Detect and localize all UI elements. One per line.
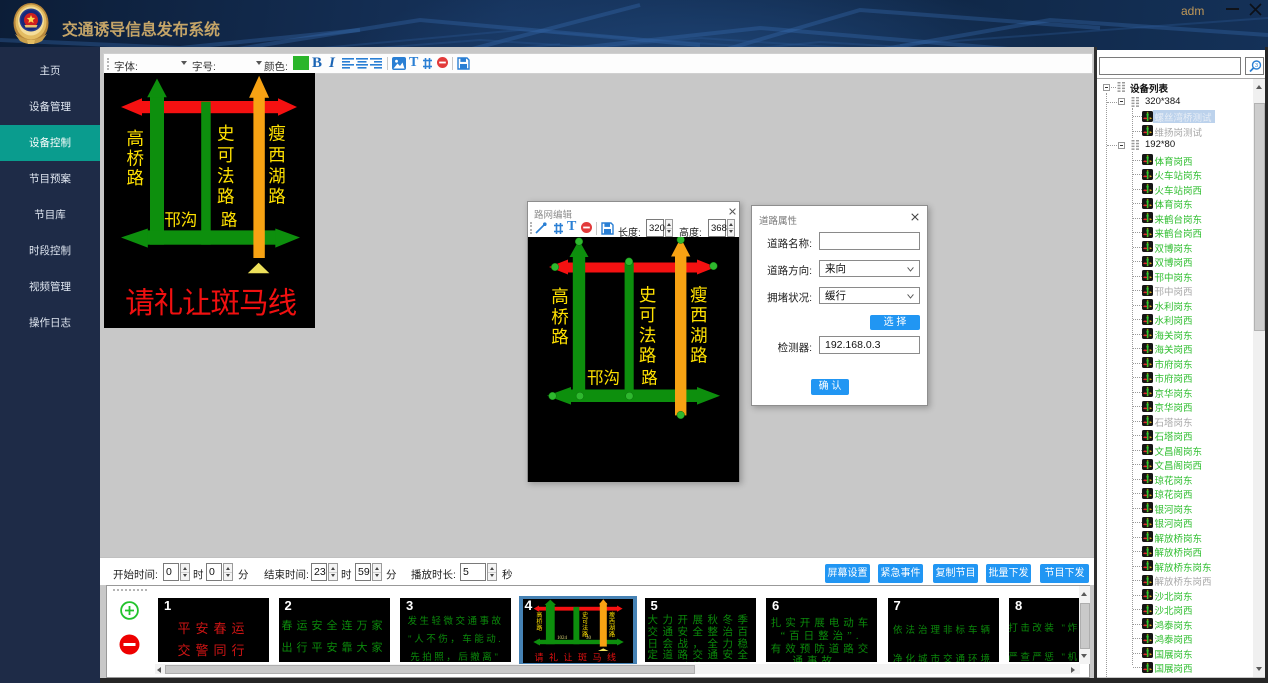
svg-text:法: 法 bbox=[639, 325, 657, 345]
svg-text:请礼让斑马线: 请礼让斑马线 bbox=[125, 287, 297, 320]
svg-text:路: 路 bbox=[690, 346, 708, 366]
svg-text:西: 西 bbox=[690, 305, 708, 325]
svg-text:桥: 桥 bbox=[536, 618, 542, 626]
svg-text:可: 可 bbox=[217, 145, 235, 165]
svg-text:路: 路 bbox=[608, 631, 614, 639]
svg-text:史: 史 bbox=[217, 123, 235, 143]
svg-text:3: 3 bbox=[1255, 63, 1258, 69]
svg-text:桥: 桥 bbox=[551, 307, 569, 327]
svg-text:高: 高 bbox=[551, 287, 569, 307]
svg-text:西: 西 bbox=[268, 145, 286, 165]
svg-text:路: 路 bbox=[641, 368, 658, 387]
svg-text:法: 法 bbox=[217, 166, 235, 186]
svg-text:路: 路 bbox=[221, 210, 238, 229]
svg-text:瘦: 瘦 bbox=[608, 611, 614, 619]
svg-text:路: 路 bbox=[551, 327, 569, 347]
svg-text:路: 路 bbox=[268, 187, 286, 207]
svg-text:湖: 湖 bbox=[690, 325, 708, 345]
svg-text:瘦: 瘦 bbox=[690, 285, 708, 305]
svg-text:30: 30 bbox=[586, 636, 592, 641]
svg-text:瘦: 瘦 bbox=[268, 123, 286, 143]
svg-text:桥: 桥 bbox=[126, 148, 144, 168]
svg-text:邗沟: 邗沟 bbox=[587, 368, 620, 387]
svg-text:1024: 1024 bbox=[557, 636, 568, 641]
svg-text:西: 西 bbox=[608, 619, 614, 626]
svg-text:请礼让斑马线: 请礼让斑马线 bbox=[534, 652, 621, 663]
svg-text:路: 路 bbox=[536, 624, 542, 632]
svg-text:史: 史 bbox=[582, 611, 588, 619]
svg-text:可: 可 bbox=[639, 305, 657, 325]
svg-text:湖: 湖 bbox=[608, 624, 614, 632]
svg-text:邗沟: 邗沟 bbox=[164, 210, 197, 229]
svg-text:路: 路 bbox=[126, 168, 144, 188]
svg-text:可: 可 bbox=[582, 619, 588, 626]
svg-text:路: 路 bbox=[217, 187, 235, 207]
svg-text:高: 高 bbox=[126, 128, 144, 148]
svg-text:高: 高 bbox=[536, 611, 542, 619]
svg-text:史: 史 bbox=[639, 285, 657, 305]
svg-text:湖: 湖 bbox=[268, 166, 286, 186]
svg-text:法: 法 bbox=[582, 624, 588, 632]
svg-text:路: 路 bbox=[639, 346, 657, 366]
